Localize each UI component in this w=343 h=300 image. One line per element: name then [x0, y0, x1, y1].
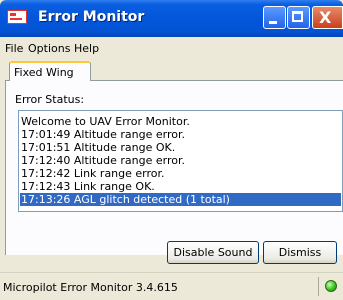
- menu-options[interactable]: Options: [28, 42, 70, 55]
- log-item[interactable]: Welcome to UAV Error Monitor.: [21, 115, 190, 128]
- menu-file[interactable]: File: [5, 42, 23, 55]
- tab-label: Fixed Wing: [14, 66, 74, 79]
- window-title: Error Monitor: [38, 9, 145, 25]
- dismiss-button[interactable]: Dismiss: [263, 241, 337, 264]
- log-item[interactable]: 17:01:51 Altitude range OK.: [21, 141, 175, 154]
- error-log-list[interactable]: Welcome to UAV Error Monitor. 17:01:49 A…: [18, 110, 343, 212]
- maximize-icon[interactable]: [287, 6, 310, 29]
- log-item[interactable]: 17:12:40 Altitude range error.: [21, 154, 185, 167]
- app-icon[interactable]: [7, 10, 27, 24]
- log-item[interactable]: 17:12:42 Link range error.: [21, 167, 165, 180]
- log-item[interactable]: 17:01:49 Altitude range error.: [21, 128, 185, 141]
- error-status-label: Error Status:: [15, 93, 85, 106]
- log-item-selected[interactable]: 17:13:26 AGL glitch detected (1 total): [20, 193, 341, 206]
- log-item[interactable]: 17:12:43 Link range OK.: [21, 180, 155, 193]
- close-icon[interactable]: X: [312, 6, 343, 29]
- menu-bar: File Options Help: [0, 37, 343, 58]
- status-indicator-icon: [325, 280, 337, 292]
- status-bar: Micropilot Error Monitor 3.4.615: [0, 272, 343, 300]
- title-bar[interactable]: Error Monitor X: [0, 0, 343, 37]
- close-glyph: X: [319, 8, 332, 27]
- status-separator: [318, 277, 319, 296]
- status-text: Micropilot Error Monitor 3.4.615: [3, 281, 178, 294]
- minimize-icon[interactable]: [263, 6, 286, 29]
- tab-fixed-wing[interactable]: Fixed Wing: [9, 61, 91, 81]
- disable-sound-button[interactable]: Disable Sound: [167, 241, 259, 264]
- menu-help[interactable]: Help: [74, 42, 99, 55]
